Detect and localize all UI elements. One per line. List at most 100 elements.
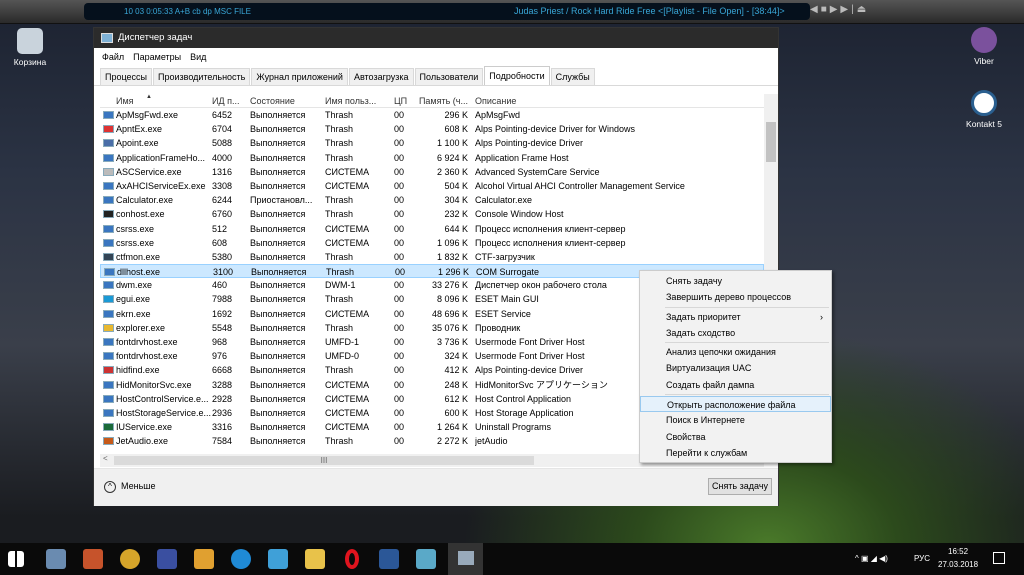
table-row[interactable]: ApMsgFwd.exe 6452 Выполняется Thrash 00 296 K…	[100, 108, 764, 122]
context-menu-item[interactable]: Задать сходство	[640, 325, 831, 341]
clock-time[interactable]: 16:52	[948, 547, 968, 556]
context-menu-item[interactable]: Поиск в Интернете	[640, 412, 831, 428]
player-controls[interactable]: ◀■▶▶|⏏	[810, 4, 869, 15]
column-header-4[interactable]: ЦП	[394, 94, 414, 108]
file-explorer-icon[interactable]	[305, 549, 325, 569]
table-row[interactable]: ASCService.exe 1316 Выполняется СИСТЕМА 00 2 …	[100, 165, 764, 179]
tab-5[interactable]: Подробности	[484, 66, 550, 86]
app-icon-notes[interactable]	[416, 549, 436, 569]
process-icon	[103, 352, 114, 361]
app-icon-webcam[interactable]	[120, 549, 140, 569]
clock-date[interactable]: 27.03.2018	[938, 560, 978, 569]
cell-memory: 612 K	[444, 393, 468, 404]
menu-file[interactable]: Файл	[102, 52, 124, 62]
desktop-icon-viber[interactable]: Viber	[954, 27, 1014, 66]
process-icon	[103, 238, 114, 247]
context-menu-item[interactable]: Свойства	[640, 429, 831, 445]
table-row[interactable]: csrss.exe 512 Выполняется СИСТЕМА 00 644 K Про…	[100, 222, 764, 236]
context-menu-item[interactable]: Снять задачу	[640, 273, 831, 289]
context-menu-item[interactable]: Завершить дерево процессов	[640, 289, 831, 305]
cell-status: Выполняется	[250, 422, 306, 433]
table-row[interactable]: conhost.exe 6760 Выполняется Thrash 00 232 K C…	[100, 207, 764, 221]
menu-options[interactable]: Параметры	[133, 52, 181, 62]
table-row[interactable]: Calculator.exe 6244 Приостановл... Thrash 00…	[100, 193, 764, 207]
tab-3[interactable]: Автозагрузка	[348, 68, 414, 86]
context-menu-item[interactable]: Задать приоритет ›	[640, 309, 831, 325]
cell-cpu: 00	[395, 267, 406, 278]
cell-status: Выполняется	[250, 351, 306, 362]
app-icon-fruity[interactable]	[194, 549, 214, 569]
task-manager-icon	[101, 33, 113, 43]
cell-name: ApMsgFwd.exe	[116, 110, 179, 120]
tab-4[interactable]: Пользователи	[414, 68, 484, 86]
player-display: 10 03 0:05:33 A+B cb dp MSC FILE Judas P…	[84, 3, 810, 20]
context-menu-item[interactable]: Открыть расположение файла	[640, 396, 831, 413]
cell-cpu: 00	[394, 152, 405, 163]
column-header-2[interactable]: Состояние	[250, 94, 324, 108]
title-bar[interactable]: Диспетчер задач	[94, 28, 778, 48]
cell-user: Thrash	[325, 294, 354, 305]
cell-memory: 48 696 K	[431, 308, 468, 319]
cell-cpu: 00	[394, 280, 405, 291]
cell-status: Выполняется	[251, 267, 307, 278]
process-icon	[103, 252, 114, 261]
notifications-icon[interactable]	[993, 552, 1005, 564]
cell-status: Выполняется	[250, 294, 306, 305]
context-menu-item[interactable]: Виртуализация UAC	[640, 360, 831, 376]
app-icon-paint[interactable]	[46, 549, 66, 569]
table-row[interactable]: ctfmon.exe 5380 Выполняется Thrash 00 1 832 K…	[100, 250, 764, 264]
column-header-5[interactable]: Память (ч...	[416, 94, 468, 108]
start-windows-icon[interactable]	[8, 551, 24, 567]
context-menu-item[interactable]: Создать файл дампа	[640, 377, 831, 393]
cell-status: Выполняется	[250, 365, 306, 376]
word-icon[interactable]	[379, 549, 399, 569]
app-icon-ccleaner[interactable]	[231, 549, 251, 569]
cell-pid: 5088	[212, 138, 233, 149]
cell-memory: 6 924 K	[436, 152, 468, 163]
cell-user: СИСТЕМА	[325, 166, 370, 177]
column-header-6[interactable]: Описание	[475, 94, 764, 108]
fewer-details-button[interactable]: ^ Меньше	[104, 480, 156, 493]
context-menu-item[interactable]: Анализ цепочки ожидания	[640, 344, 831, 360]
table-row[interactable]: AxAHCIServiceEx.exe 3308 Выполняется СИСТЕМ…	[100, 179, 764, 193]
cell-status: Выполняется	[250, 124, 306, 135]
table-row[interactable]: csrss.exe 608 Выполняется СИСТЕМА 00 1 096 K П…	[100, 236, 764, 250]
task-manager-taskbar-button[interactable]	[448, 543, 483, 575]
cell-pid: 968	[212, 337, 228, 347]
tab-0[interactable]: Процессы	[100, 68, 153, 86]
cell-name: Apoint.exe	[116, 138, 159, 149]
table-row[interactable]: ApntEx.exe 6704 Выполняется Thrash 00 608 K Al…	[100, 122, 764, 136]
cell-name: ekrn.exe	[116, 308, 151, 319]
context-menu-label: Перейти к службам	[666, 447, 748, 458]
tab-2[interactable]: Журнал приложений	[251, 68, 348, 86]
column-header-0[interactable]: Имя	[116, 94, 216, 108]
context-menu-label: Виртуализация UAC	[666, 363, 752, 374]
table-row[interactable]: ApplicationFrameHo... 4000 Выполняется Thra…	[100, 151, 764, 165]
app-icon-photos[interactable]	[268, 549, 288, 569]
tray-icons[interactable]: ^ ▣ ◢ ◀)	[855, 554, 888, 563]
cell-description: Calculator.exe	[475, 195, 533, 206]
tab-6[interactable]: Службы	[550, 68, 595, 86]
context-menu-item[interactable]: Перейти к службам	[640, 445, 831, 461]
desktop-icon-recycle-bin[interactable]: Корзина	[0, 28, 60, 67]
cell-description: Advanced SystemCare Service	[475, 166, 600, 177]
cell-cpu: 00	[394, 223, 405, 234]
app-icon-media[interactable]	[157, 549, 177, 569]
column-header-1[interactable]: ИД п...	[212, 94, 248, 108]
opera-icon[interactable]	[345, 549, 359, 569]
cell-name: JetAudio.exe	[116, 436, 169, 447]
column-header-3[interactable]: Имя польз...	[325, 94, 390, 108]
cell-name: fontdrvhost.exe	[116, 337, 178, 347]
cell-memory: 2 272 K	[436, 436, 468, 447]
language-indicator[interactable]: РУС	[914, 554, 930, 563]
cell-user: Thrash	[325, 152, 354, 163]
app-icon-tool[interactable]	[83, 549, 103, 569]
end-task-button[interactable]: Снять задачу	[708, 478, 772, 495]
menu-view[interactable]: Вид	[190, 52, 206, 62]
cell-pid: 7584	[212, 436, 233, 447]
cell-user: Thrash	[325, 251, 354, 262]
desktop-icon-label: Viber	[974, 56, 994, 66]
tab-1[interactable]: Производительность	[153, 68, 251, 86]
table-row[interactable]: Apoint.exe 5088 Выполняется Thrash 00 1 100 K…	[100, 136, 764, 150]
desktop-icon-kontakt[interactable]: Kontakt 5	[954, 90, 1014, 129]
